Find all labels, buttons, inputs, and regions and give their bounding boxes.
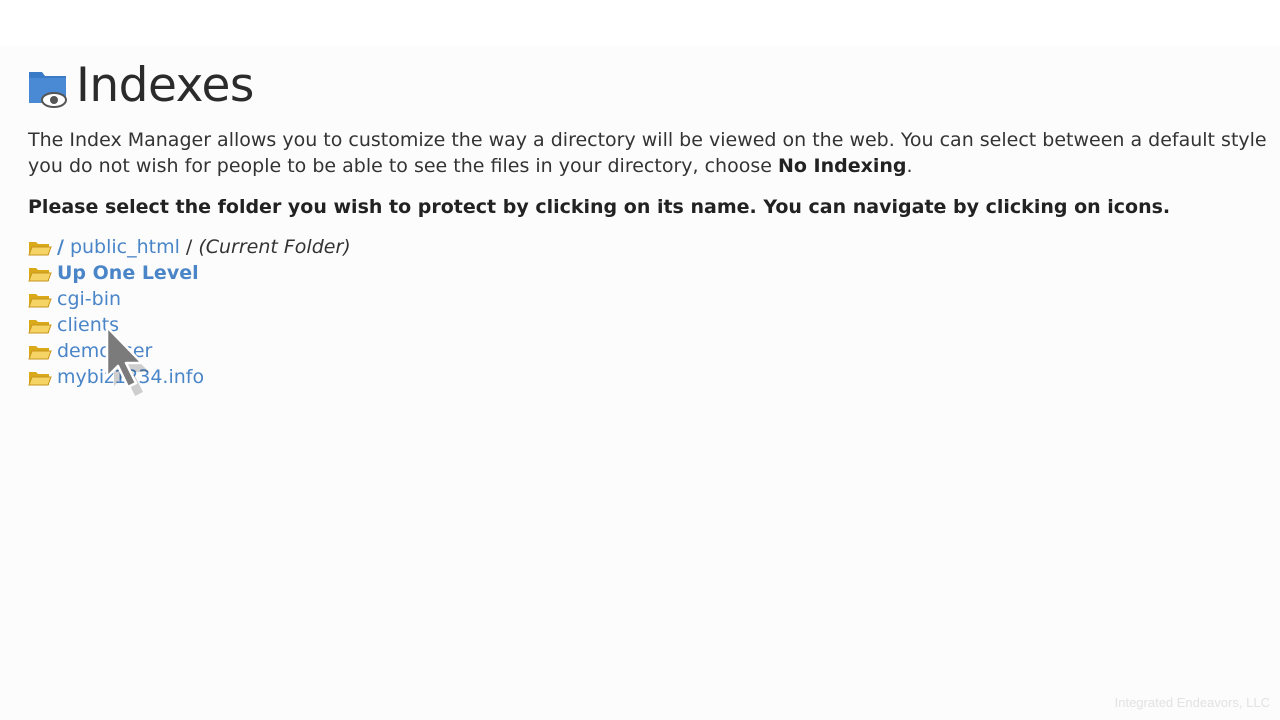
intro-line-2-text: you do not wish for people to be able to… [28, 155, 778, 177]
breadcrumb: / public_html / (Current Folder) [28, 234, 351, 260]
page: Indexes The Index Manager allows you to … [0, 0, 1280, 720]
folder-link-cgi-bin[interactable]: cgi-bin [57, 286, 121, 312]
current-folder-note: (Current Folder) [198, 236, 351, 258]
page-header: Indexes [28, 58, 254, 114]
intro-line-1: The Index Manager allows you to customiz… [28, 129, 1267, 151]
list-item-up-one-level: Up One Level [28, 260, 351, 286]
folder-link-clients[interactable]: clients [57, 312, 119, 338]
open-folder-icon[interactable] [28, 315, 52, 335]
folder-link-mybiz1234-info[interactable]: mybiz1234.info [57, 364, 204, 390]
top-strip [0, 0, 1280, 46]
intro-line-2-end: . [906, 155, 913, 177]
breadcrumb-separator: / [185, 236, 193, 258]
open-folder-icon[interactable] [28, 237, 52, 257]
list-item: mybiz1234.info [28, 364, 351, 390]
list-item: demouser [28, 338, 351, 364]
no-indexing-label: No Indexing [777, 155, 907, 177]
list-item: cgi-bin [28, 286, 351, 312]
page-title: Indexes [76, 58, 254, 113]
up-one-level-link[interactable]: Up One Level [57, 260, 199, 286]
folder-list: / public_html / (Current Folder) Up One … [28, 234, 351, 390]
intro-line-2: you do not wish for people to be able to… [28, 153, 1280, 179]
folder-eye-icon [28, 63, 68, 109]
open-folder-icon[interactable] [28, 263, 52, 283]
open-folder-icon[interactable] [28, 367, 52, 387]
list-item: clients [28, 312, 351, 338]
folder-link-demouser[interactable]: demouser [57, 338, 152, 364]
open-folder-icon[interactable] [28, 289, 52, 309]
intro-text: The Index Manager allows you to customiz… [28, 127, 1280, 179]
instruction-text: Please select the folder you wish to pro… [28, 196, 1171, 218]
watermark: Integrated Endeavors, LLC [1114, 695, 1270, 710]
root-link[interactable]: / [57, 234, 64, 260]
open-folder-icon[interactable] [28, 341, 52, 361]
public-html-link[interactable]: public_html [70, 234, 180, 260]
